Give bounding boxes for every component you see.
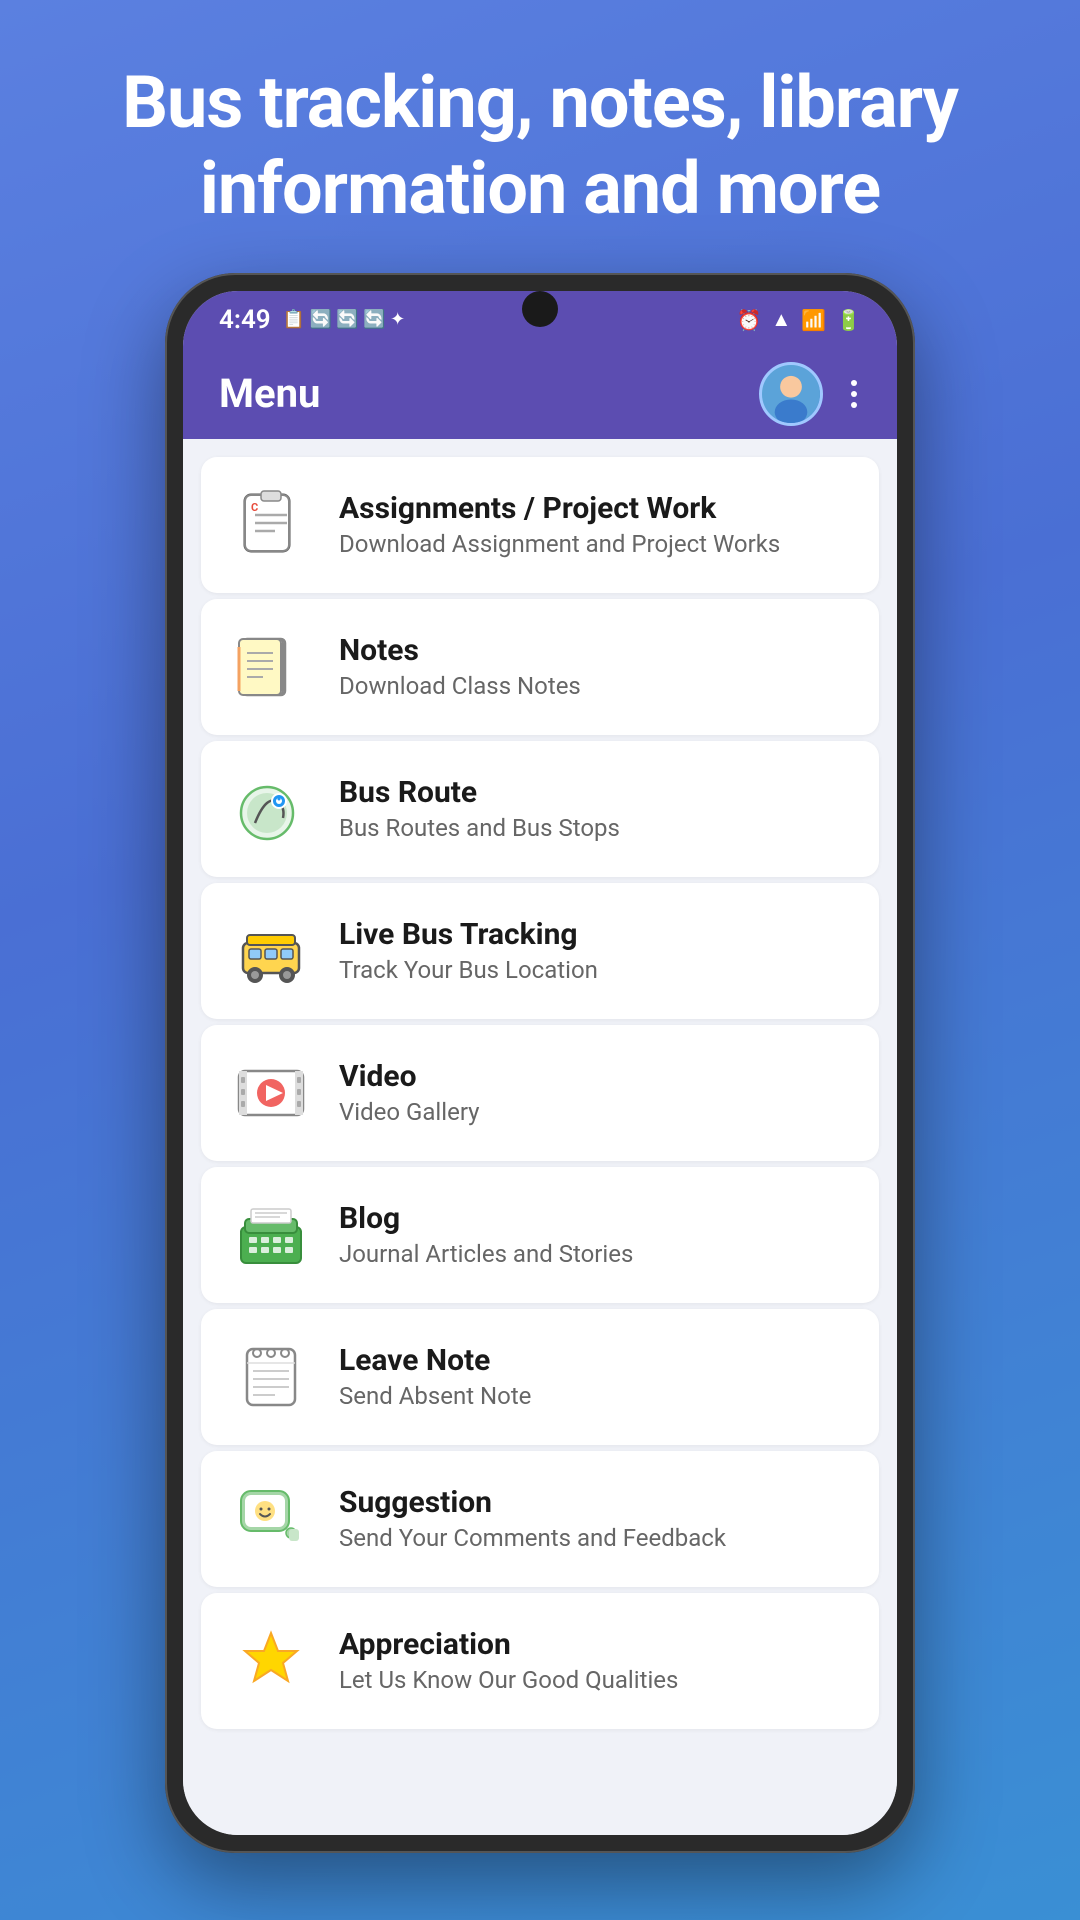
app-bar: Menu — [183, 349, 897, 439]
status-icons-left: 📋 🔄 🔄 🔄 ✦ — [283, 309, 406, 330]
phone-frame: 4:49 📋 🔄 🔄 🔄 ✦ ⏰ ▲ 📶 🔋 Menu — [165, 273, 915, 1853]
status-left: 4:49 📋 🔄 🔄 🔄 ✦ — [219, 305, 405, 335]
live-bus-subtitle: Track Your Bus Location — [339, 956, 849, 984]
app-bar-title: Menu — [219, 370, 320, 417]
leave-note-icon — [231, 1337, 311, 1417]
menu-item-live-bus[interactable]: Live Bus Tracking Track Your Bus Locatio… — [201, 883, 879, 1019]
leave-note-title: Leave Note — [339, 1343, 849, 1378]
appreciation-text: Appreciation Let Us Know Our Good Qualit… — [339, 1627, 849, 1694]
bus-route-title: Bus Route — [339, 775, 849, 810]
blog-subtitle: Journal Articles and Stories — [339, 1240, 849, 1268]
hero-title: Bus tracking, notes, library information… — [60, 60, 1020, 233]
suggestion-subtitle: Send Your Comments and Feedback — [339, 1524, 849, 1552]
appreciation-subtitle: Let Us Know Our Good Qualities — [339, 1666, 849, 1694]
bus-route-subtitle: Bus Routes and Bus Stops — [339, 814, 849, 842]
bus-route-text: Bus Route Bus Routes and Bus Stops — [339, 775, 849, 842]
menu-item-suggestion[interactable]: Suggestion Send Your Comments and Feedba… — [201, 1451, 879, 1587]
notes-title: Notes — [339, 633, 849, 668]
video-subtitle: Video Gallery — [339, 1098, 849, 1126]
notch — [522, 291, 558, 327]
notes-text: Notes Download Class Notes — [339, 633, 849, 700]
notes-subtitle: Download Class Notes — [339, 672, 849, 700]
assignments-icon: C — [231, 485, 311, 565]
blog-title: Blog — [339, 1201, 849, 1236]
suggestion-text: Suggestion Send Your Comments and Feedba… — [339, 1485, 849, 1552]
menu-item-leave-note[interactable]: Leave Note Send Absent Note — [201, 1309, 879, 1445]
app-bar-right — [759, 362, 861, 426]
battery-icon: 🔋 — [836, 308, 861, 332]
menu-item-bus-route[interactable]: Bus Route Bus Routes and Bus Stops — [201, 741, 879, 877]
appreciation-icon — [231, 1621, 311, 1701]
menu-item-assignments[interactable]: C Assignments / Project Work Download As… — [201, 457, 879, 593]
dot2 — [851, 391, 857, 397]
menu-item-appreciation[interactable]: Appreciation Let Us Know Our Good Qualit… — [201, 1593, 879, 1729]
bus-route-icon — [231, 769, 311, 849]
svg-text:C: C — [251, 501, 258, 514]
leave-note-subtitle: Send Absent Note — [339, 1382, 849, 1410]
more-button[interactable] — [847, 376, 861, 412]
status-icons-right: ⏰ ▲ 📶 🔋 — [736, 307, 861, 332]
live-bus-icon — [231, 911, 311, 991]
wifi-icon: ▲ — [771, 307, 791, 332]
menu-item-video[interactable]: Video Video Gallery — [201, 1025, 879, 1161]
assignments-text: Assignments / Project Work Download Assi… — [339, 491, 849, 558]
signal-icon: 📶 — [801, 308, 826, 332]
suggestion-icon — [231, 1479, 311, 1559]
menu-item-blog[interactable]: Blog Journal Articles and Stories — [201, 1167, 879, 1303]
video-title: Video — [339, 1059, 849, 1094]
video-icon — [231, 1053, 311, 1133]
avatar-img — [762, 365, 820, 423]
suggestion-title: Suggestion — [339, 1485, 849, 1520]
dot1 — [851, 380, 857, 386]
assignments-subtitle: Download Assignment and Project Works — [339, 530, 849, 558]
blog-icon — [231, 1195, 311, 1275]
menu-list: C Assignments / Project Work Download As… — [183, 439, 897, 1835]
menu-item-notes[interactable]: Notes Download Class Notes — [201, 599, 879, 735]
appreciation-title: Appreciation — [339, 1627, 849, 1662]
live-bus-title: Live Bus Tracking — [339, 917, 849, 952]
status-time: 4:49 — [219, 305, 271, 335]
dot3 — [851, 402, 857, 408]
assignments-title: Assignments / Project Work — [339, 491, 849, 526]
alarm-icon: ⏰ — [736, 308, 761, 332]
video-text: Video Video Gallery — [339, 1059, 849, 1126]
phone-screen: 4:49 📋 🔄 🔄 🔄 ✦ ⏰ ▲ 📶 🔋 Menu — [183, 291, 897, 1835]
leave-note-text: Leave Note Send Absent Note — [339, 1343, 849, 1410]
blog-text: Blog Journal Articles and Stories — [339, 1201, 849, 1268]
notes-icon — [231, 627, 311, 707]
hero-section: Bus tracking, notes, library information… — [0, 60, 1080, 233]
avatar[interactable] — [759, 362, 823, 426]
live-bus-text: Live Bus Tracking Track Your Bus Locatio… — [339, 917, 849, 984]
